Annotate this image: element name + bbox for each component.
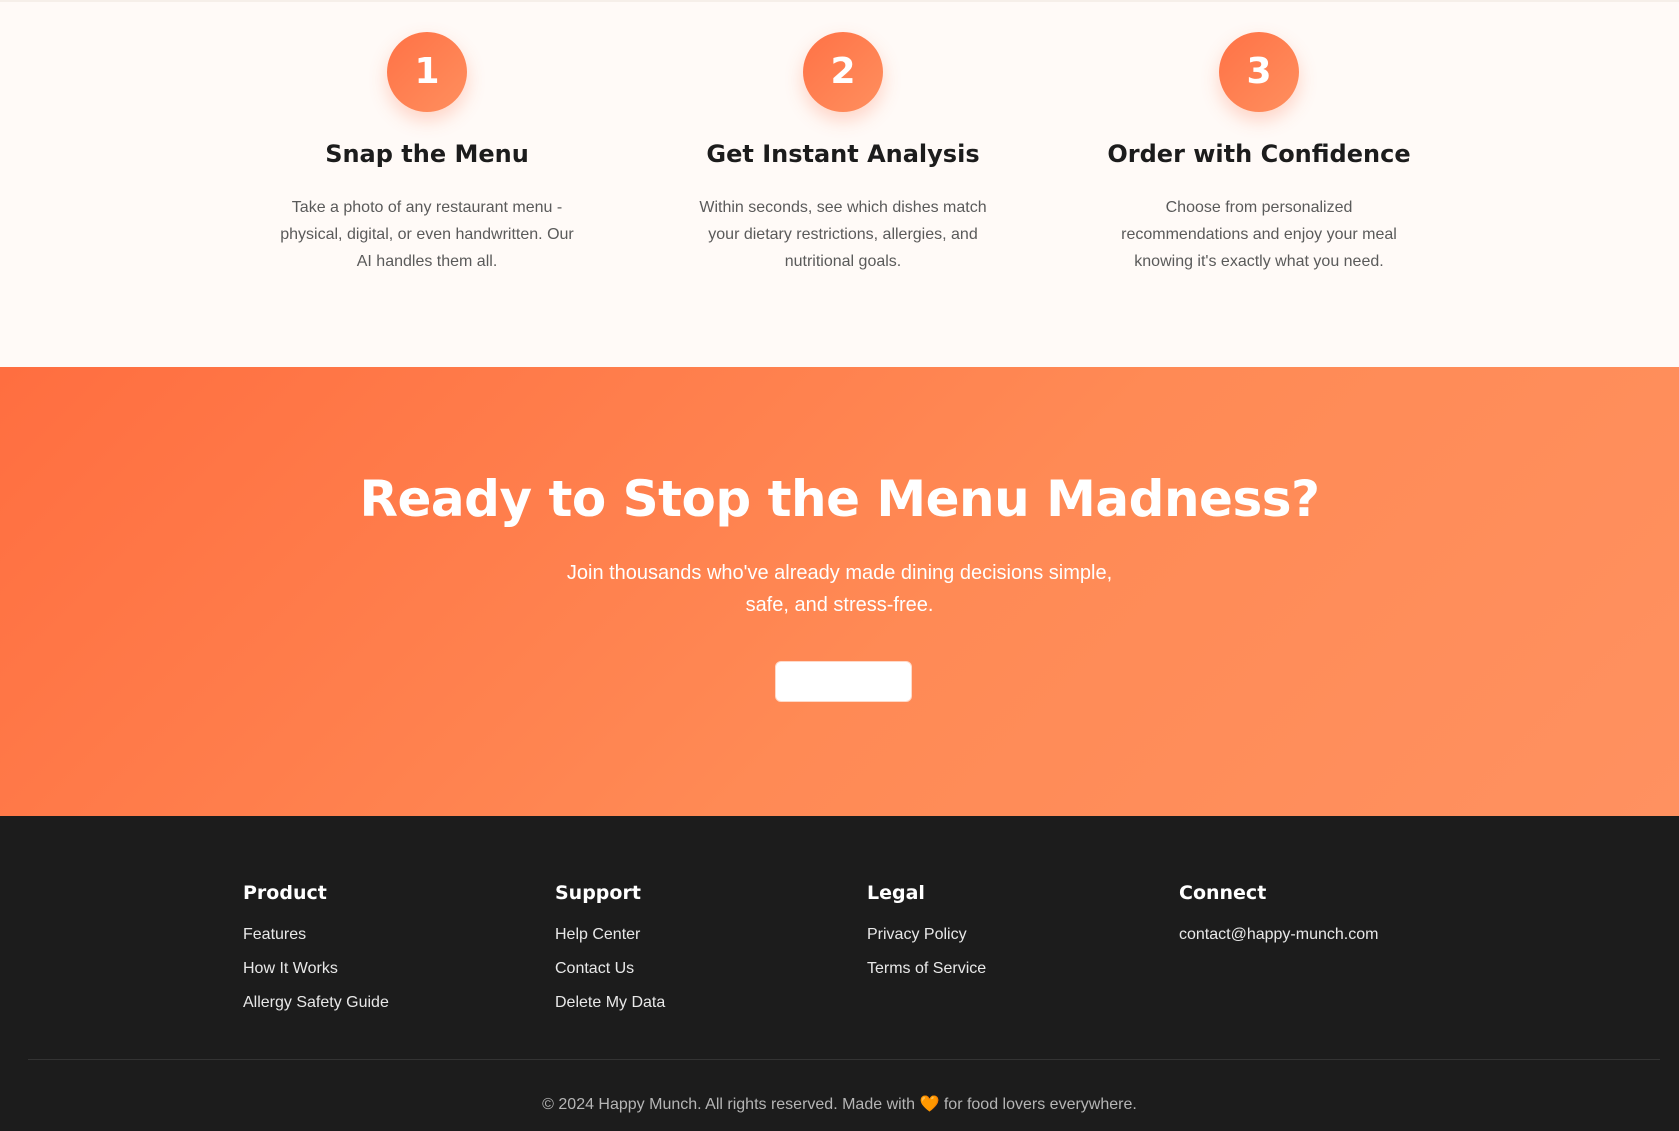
how-it-works-steps: 1 Snap the Menu Take a photo of any rest… [0, 0, 1679, 367]
footer-link-terms[interactable]: Terms of Service [867, 960, 1157, 980]
step-title: Snap the Menu [325, 140, 529, 168]
copyright-after: for food lovers everywhere. [943, 1096, 1137, 1113]
footer-link-help-center[interactable]: Help Center [555, 926, 845, 946]
step-number-badge: 3 [1219, 32, 1299, 112]
cta-button[interactable] [775, 661, 912, 702]
step-1: 1 Snap the Menu Take a photo of any rest… [257, 32, 597, 275]
site-footer: Product Features How It Works Allergy Sa… [0, 816, 1679, 1131]
footer-column-title: Support [555, 882, 641, 904]
heart-icon: 🧡 [919, 1096, 940, 1113]
footer-link-allergy-guide[interactable]: Allergy Safety Guide [243, 994, 533, 1014]
footer-column-title: Legal [867, 882, 925, 904]
step-description: Within seconds, see which dishes match y… [699, 199, 987, 270]
step-number-badge: 2 [803, 32, 883, 112]
footer-link-email[interactable]: contact@happy-munch.com [1179, 926, 1469, 946]
step-2: 2 Get Instant Analysis Within seconds, s… [673, 32, 1013, 275]
footer-column-support: Support Help Center Contact Us Delete My… [555, 882, 845, 1028]
footer-link-delete-data[interactable]: Delete My Data [555, 994, 845, 1014]
copyright-before: © 2024 Happy Munch. All rights reserved.… [542, 1096, 916, 1113]
step-title: Get Instant Analysis [706, 140, 980, 168]
footer-column-connect: Connect contact@happy-munch.com [1179, 882, 1469, 960]
step-number-badge: 1 [387, 32, 467, 112]
cta-title: Ready to Stop the Menu Madness? [359, 470, 1320, 528]
footer-column-legal: Legal Privacy Policy Terms of Service [867, 882, 1157, 994]
footer-column-title: Product [243, 882, 327, 904]
footer-link-how-it-works[interactable]: How It Works [243, 960, 533, 980]
footer-link-privacy-policy[interactable]: Privacy Policy [867, 926, 1157, 946]
footer-column-title: Connect [1179, 882, 1267, 904]
step-title: Order with Confidence [1107, 140, 1411, 168]
step-3: 3 Order with Confidence Choose from pers… [1089, 32, 1429, 275]
cta-subtitle: Join thousands who've already made dinin… [566, 562, 1113, 616]
cta-banner: Ready to Stop the Menu Madness? Join tho… [0, 367, 1679, 816]
step-description: Take a photo of any restaurant menu - ph… [280, 199, 574, 270]
cta-subtitle-wrap: Join thousands who've already made dinin… [0, 557, 1679, 621]
step-description: Choose from personalized recommendations… [1121, 199, 1397, 270]
footer-column-product: Product Features How It Works Allergy Sa… [243, 882, 533, 1028]
footer-divider [28, 1059, 1660, 1060]
footer-link-features[interactable]: Features [243, 926, 533, 946]
copyright-text: © 2024 Happy Munch. All rights reserved.… [0, 1094, 1679, 1114]
footer-link-contact-us[interactable]: Contact Us [555, 960, 845, 980]
